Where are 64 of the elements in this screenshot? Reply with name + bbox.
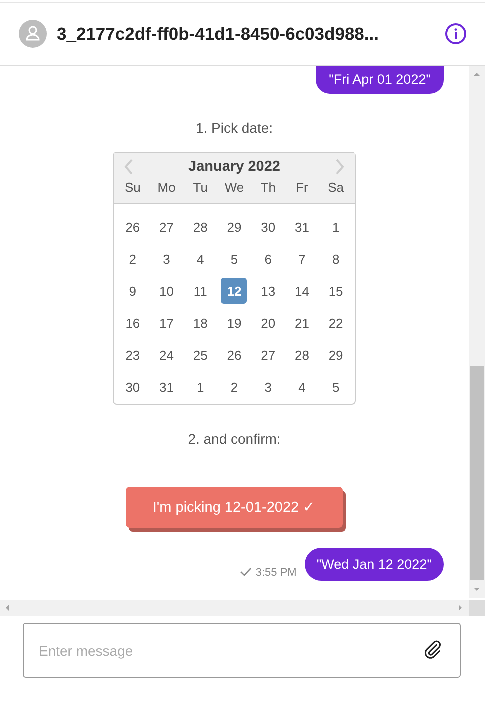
calendar-day[interactable]: 24 — [154, 342, 180, 368]
calendar-day[interactable]: 30 — [255, 214, 282, 240]
calendar-day[interactable]: 2 — [120, 246, 146, 272]
vertical-scrollbar[interactable] — [469, 66, 485, 600]
horizontal-scrollbar[interactable] — [0, 600, 485, 616]
calendar-day[interactable]: 7 — [289, 246, 316, 272]
calendar-day[interactable]: 20 — [255, 310, 282, 336]
calendar-day[interactable]: 14 — [289, 278, 316, 304]
weekday-label: Fr — [296, 179, 308, 197]
weekday-label: Sa — [328, 179, 344, 197]
calendar-day[interactable]: 3 — [154, 246, 180, 272]
calendar-day[interactable]: 26 — [120, 214, 146, 240]
calendar-day[interactable]: 18 — [188, 310, 214, 336]
calendar-day[interactable]: 31 — [154, 374, 180, 400]
attachment-icon[interactable] — [423, 640, 443, 660]
calendar-day[interactable]: 3 — [255, 374, 282, 400]
calendar-day[interactable]: 5 — [221, 246, 248, 272]
calendar-day[interactable]: 9 — [120, 278, 146, 304]
previous-month-button[interactable] — [124, 159, 134, 175]
next-month-button[interactable] — [335, 159, 345, 175]
calendar-day[interactable]: 16 — [120, 310, 146, 336]
calendar-day[interactable]: 11 — [188, 278, 214, 304]
delivered-check-icon — [240, 567, 252, 577]
calendar-day[interactable]: 23 — [120, 342, 146, 368]
calendar-day[interactable]: 6 — [255, 246, 282, 272]
weekday-label: Th — [260, 179, 276, 197]
message-bubble: "Wed Jan 12 2022" — [304, 548, 444, 581]
calendar-day[interactable]: 29 — [323, 342, 350, 368]
calendar-day[interactable]: 27 — [154, 214, 180, 240]
calendar-day[interactable]: 28 — [188, 214, 214, 240]
weekday-label: Su — [124, 179, 141, 197]
message-field[interactable]: Enter message — [23, 623, 461, 678]
calendar-day[interactable]: 26 — [221, 342, 248, 368]
month-title: January 2022 — [188, 159, 280, 175]
avatar-icon — [19, 20, 47, 48]
calendar-day[interactable]: 27 — [255, 342, 282, 368]
calendar-day[interactable]: 1 — [323, 214, 350, 240]
chat-title: 3_2177c2df-ff0b-41d1-8450-6c03d988... — [57, 24, 380, 44]
calendar-day[interactable]: 10 — [154, 278, 180, 304]
calendar-day[interactable]: 5 — [323, 374, 350, 400]
calendar-day[interactable]: 4 — [188, 246, 214, 272]
calendar-day[interactable]: 15 — [323, 278, 350, 304]
calendar-day[interactable]: 19 — [221, 310, 248, 336]
weekday-label: We — [224, 179, 244, 197]
calendar-day[interactable]: 8 — [323, 246, 350, 272]
calendar-day[interactable]: 30 — [120, 374, 146, 400]
calendar-day[interactable]: 28 — [289, 342, 316, 368]
calendar-day[interactable]: 13 — [255, 278, 282, 304]
calendar-day[interactable]: 29 — [221, 214, 248, 240]
prompt-text: 1. Pick date: — [194, 120, 274, 136]
calendar-day[interactable]: 25 — [188, 342, 214, 368]
info-button[interactable] — [445, 23, 467, 45]
calendar-day[interactable]: 17 — [154, 310, 180, 336]
message-time: 3:55 PM — [256, 567, 297, 579]
calendar-day[interactable]: 4 — [289, 374, 316, 400]
prompt-text: 2. and confirm: — [187, 431, 282, 447]
calendar-day[interactable]: 21 — [289, 310, 316, 336]
calendar-day[interactable]: 31 — [289, 214, 316, 240]
calendar-day[interactable]: 2 — [221, 374, 248, 400]
weekday-label: Tu — [193, 179, 208, 197]
weekday-label: Mo — [158, 179, 176, 197]
message-bubble: "Fri Apr 01 2022" — [316, 66, 444, 94]
calendar-day[interactable]: 1 — [188, 374, 214, 400]
calendar-day[interactable]: 22 — [323, 310, 350, 336]
